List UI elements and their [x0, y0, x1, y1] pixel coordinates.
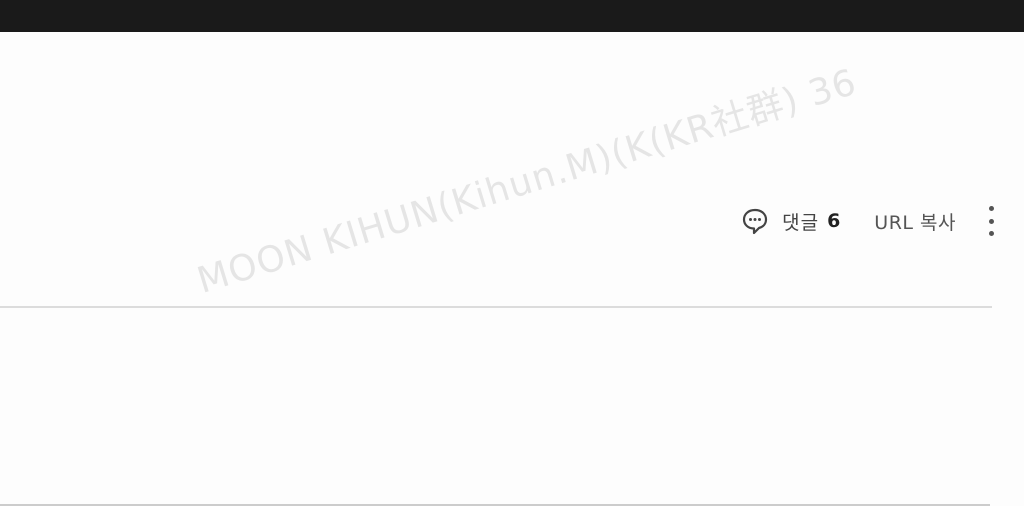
post-action-bar: 댓글 6 URL 복사 — [740, 204, 998, 238]
url-copy-button[interactable]: URL 복사 — [874, 208, 956, 235]
speech-bubble-icon — [740, 206, 770, 236]
ellipsis-dot — [988, 231, 994, 236]
vertical-ellipsis-icon[interactable] — [984, 204, 998, 238]
screenshot-frame: 댓글 6 URL 복사 MOON KIHUN(Kihun.M)(K(KR社群) … — [0, 0, 1024, 506]
top-bar — [0, 0, 1024, 32]
post-content-area: 댓글 6 URL 복사 MOON KIHUN(Kihun.M)(K(KR社群) … — [0, 32, 1024, 506]
watermark: MOON KIHUN(Kihun.M)(K(KR社群) 36 — [192, 61, 862, 302]
ellipsis-dot — [988, 206, 994, 211]
ellipsis-dot — [988, 218, 994, 224]
comment-button[interactable]: 댓글 6 — [740, 206, 840, 236]
comment-label: 댓글 — [782, 211, 820, 234]
divider — [0, 306, 992, 308]
comment-count: 6 — [827, 210, 841, 232]
